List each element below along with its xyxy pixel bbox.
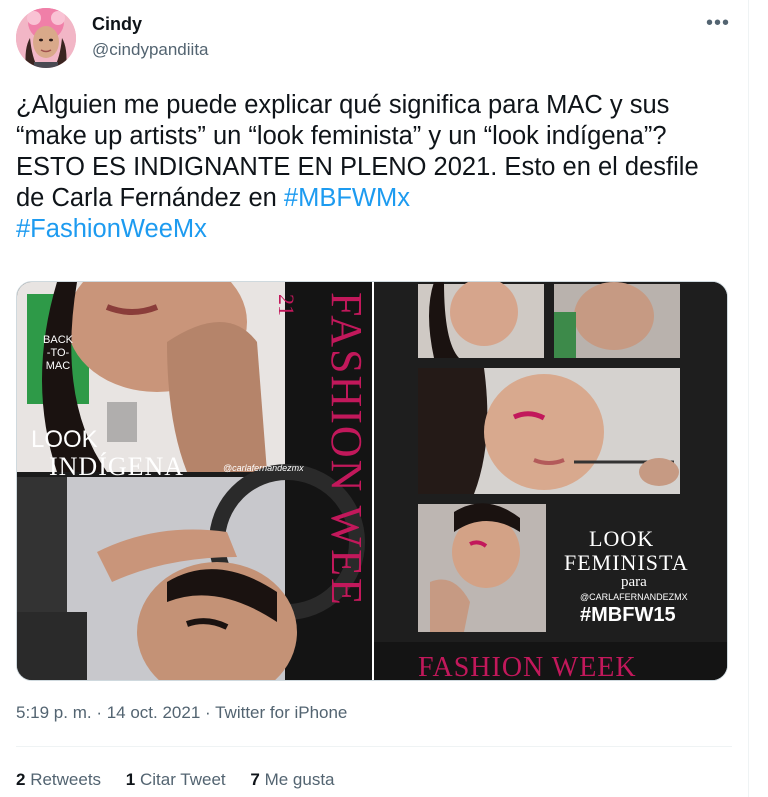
quotes-count: 1 (125, 770, 136, 789)
tweet-media[interactable]: BACK -TO- MAC LOOK INDÍGENA @carlafernan… (16, 281, 728, 681)
retweets-stat[interactable]: 2 Retweets (16, 770, 101, 789)
meta-separator: · (91, 703, 107, 722)
tweet-date[interactable]: 14 oct. 2021 (107, 703, 201, 722)
right-hashtag: #MBFW15 (580, 604, 676, 626)
tweet-stats: 2 Retweets 1 Citar Tweet 7 Me gusta (16, 770, 355, 790)
column-border (748, 0, 749, 797)
display-name[interactable]: Cindy (92, 14, 142, 35)
bag-text: BACK -TO- MAC (43, 334, 73, 372)
likes-label: Me gusta (259, 770, 335, 789)
look-feminista-label: LOOK (589, 526, 655, 551)
likes-stat[interactable]: 7 Me gusta (250, 770, 334, 789)
hashtag-mbfwmx[interactable]: #MBFWMx (284, 184, 410, 212)
quotes-label: Citar Tweet (135, 770, 226, 789)
look-feminista-para: para (621, 574, 647, 590)
tweet-header: Cindy @cindypandiita ••• (16, 8, 732, 70)
divider (16, 746, 732, 747)
media-image-right[interactable]: LOOK FEMINISTA para @CARLAFERNANDEZMX #M… (374, 282, 727, 681)
media-image-left[interactable]: BACK -TO- MAC LOOK INDÍGENA @carlafernan… (17, 282, 372, 680)
look-indigena-label: LOOK (31, 426, 98, 453)
likes-count: 7 (250, 770, 260, 789)
look-indigena-title: INDÍGENA (49, 452, 185, 481)
tweet-meta: 5:19 p. m. · 14 oct. 2021 · Twitter for … (16, 703, 347, 723)
fashion-week-banner: FASHION WEEK (418, 652, 637, 681)
retweets-label: Retweets (25, 770, 102, 789)
tweet-source[interactable]: Twitter for iPhone (215, 703, 347, 722)
tweet-text: ¿Alguien me puede explicar qué significa… (16, 90, 732, 245)
left-year-fragment: 21 (274, 294, 299, 316)
left-vertical-text: FASHION WEE (322, 292, 371, 607)
more-options-icon[interactable]: ••• (704, 13, 732, 42)
left-credit: @carlafernandezmx (223, 463, 304, 473)
hashtag-fashionweemx[interactable]: #FashionWeeMx (16, 215, 207, 243)
meta-separator: · (200, 703, 216, 722)
quote-tweets-stat[interactable]: 1 Citar Tweet (126, 770, 226, 789)
user-handle[interactable]: @cindypandiita (92, 40, 209, 60)
look-feminista-title: FEMINISTA (564, 550, 689, 575)
tweet-card: Cindy @cindypandiita ••• ¿Alguien me pue… (0, 0, 752, 797)
right-credit: @CARLAFERNANDEZMX (580, 592, 688, 602)
avatar[interactable] (16, 8, 76, 68)
tweet-time[interactable]: 5:19 p. m. (16, 703, 92, 722)
